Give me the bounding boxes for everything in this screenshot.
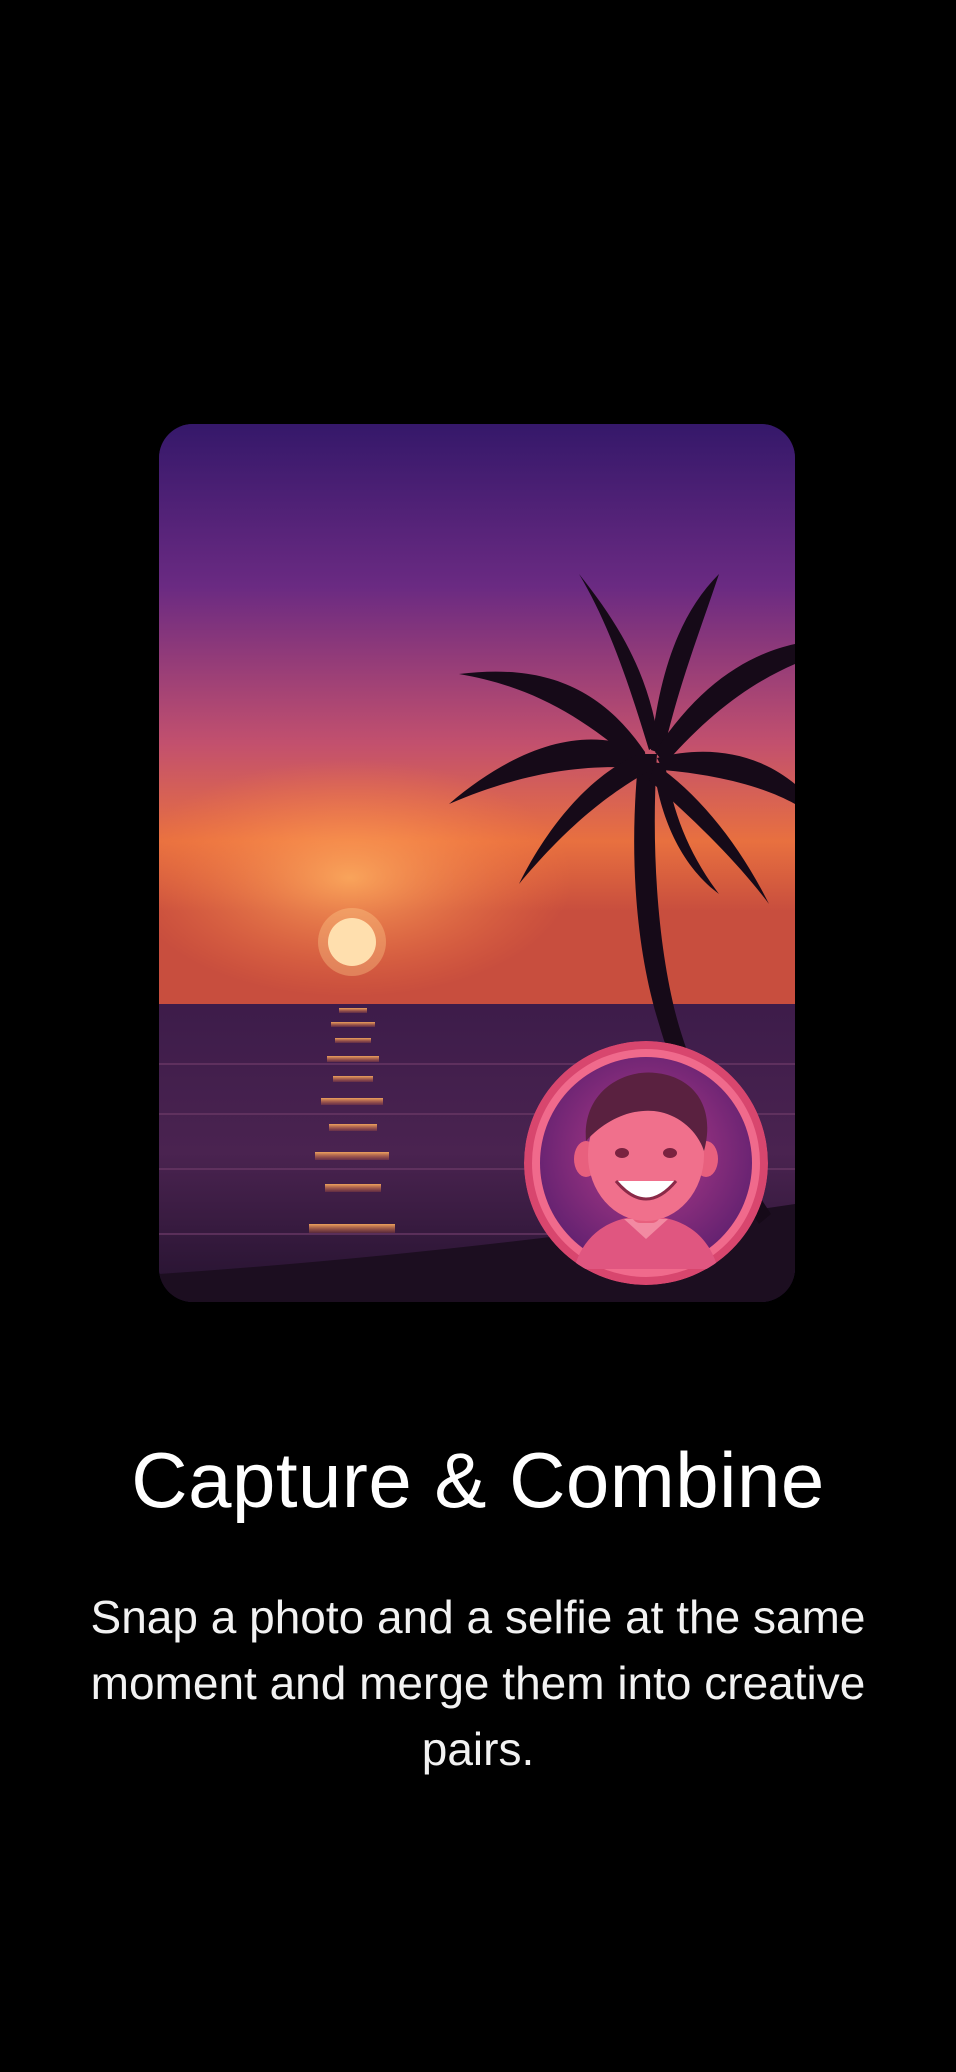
page-title: Capture & Combine [131,1436,825,1525]
smiling-avatar-illustration [524,1041,768,1285]
onboarding-screen: Capture & Combine Snap a photo and a sel… [0,0,956,2072]
selfie-avatar [524,1041,768,1285]
page-description: Snap a photo and a selfie at the same mo… [90,1591,866,1775]
